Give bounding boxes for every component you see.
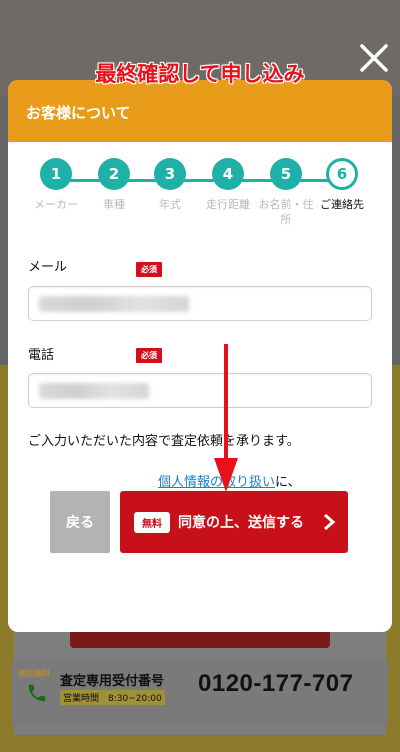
email-field[interactable]: [28, 286, 372, 321]
chevron-right-icon: [324, 514, 336, 530]
privacy-policy-link[interactable]: 個人情報の取り扱い: [158, 475, 275, 490]
step-number: 5: [270, 158, 302, 190]
footer-hours: 営業時間 8:30~20:00: [60, 690, 165, 705]
step-3: 3 年式: [140, 158, 200, 212]
submit-label: 同意の上、送信する: [178, 515, 304, 531]
submit-button[interactable]: 無料 同意の上、送信する: [120, 491, 348, 553]
confirmation-modal: お客様について 1 メーカー 2 車種 3 年式 4 走行距離 5 お名前・住所…: [8, 80, 392, 632]
email-label: メール: [28, 260, 68, 275]
phone-required-badge: 必須: [136, 348, 162, 363]
step-indicator: 1 メーカー 2 車種 3 年式 4 走行距離 5 お名前・住所 6 ご連絡先: [8, 158, 392, 238]
back-button[interactable]: 戻る: [50, 491, 110, 553]
step-number: 6: [326, 158, 358, 190]
email-value-redacted: [39, 296, 189, 312]
step-label: ご連絡先: [320, 198, 364, 211]
privacy-line: 個人情報の取り扱いに、: [158, 471, 301, 490]
step-label: お名前・住所: [258, 198, 314, 226]
email-required-badge: 必須: [136, 262, 162, 277]
step-label: メーカー: [34, 198, 78, 211]
step-number: 3: [154, 158, 186, 190]
step-number: 2: [98, 158, 130, 190]
step-number: 4: [212, 158, 244, 190]
overlay-title: 最終確認して申し込み: [95, 62, 305, 86]
privacy-suffix: に、: [275, 475, 301, 490]
phone-icon: [28, 684, 46, 702]
step-number: 1: [40, 158, 72, 190]
close-icon[interactable]: [356, 40, 392, 76]
step-5: 5 お名前・住所: [254, 158, 318, 227]
phone-label: 電話: [28, 348, 55, 363]
step-label: 年式: [159, 198, 181, 211]
step-6-current: 6 ご連絡先: [312, 158, 372, 212]
footer-label: 査定専用受付番号: [60, 674, 165, 689]
submission-note: ご入力いただいた内容で査定依頼を承ります。: [28, 434, 300, 449]
free-call-text: 通話無料: [18, 669, 50, 678]
step-label: 走行距離: [206, 198, 250, 211]
step-label: 車種: [103, 198, 125, 211]
step-2: 2 車種: [84, 158, 144, 212]
footer-phone-number[interactable]: 0120-177-707: [198, 670, 353, 698]
free-badge: 無料: [134, 511, 170, 533]
phone-field[interactable]: [28, 373, 372, 408]
step-4: 4 走行距離: [198, 158, 258, 212]
phone-value-redacted: [39, 383, 149, 399]
step-1: 1 メーカー: [26, 158, 86, 212]
modal-header: お客様について: [8, 80, 392, 142]
